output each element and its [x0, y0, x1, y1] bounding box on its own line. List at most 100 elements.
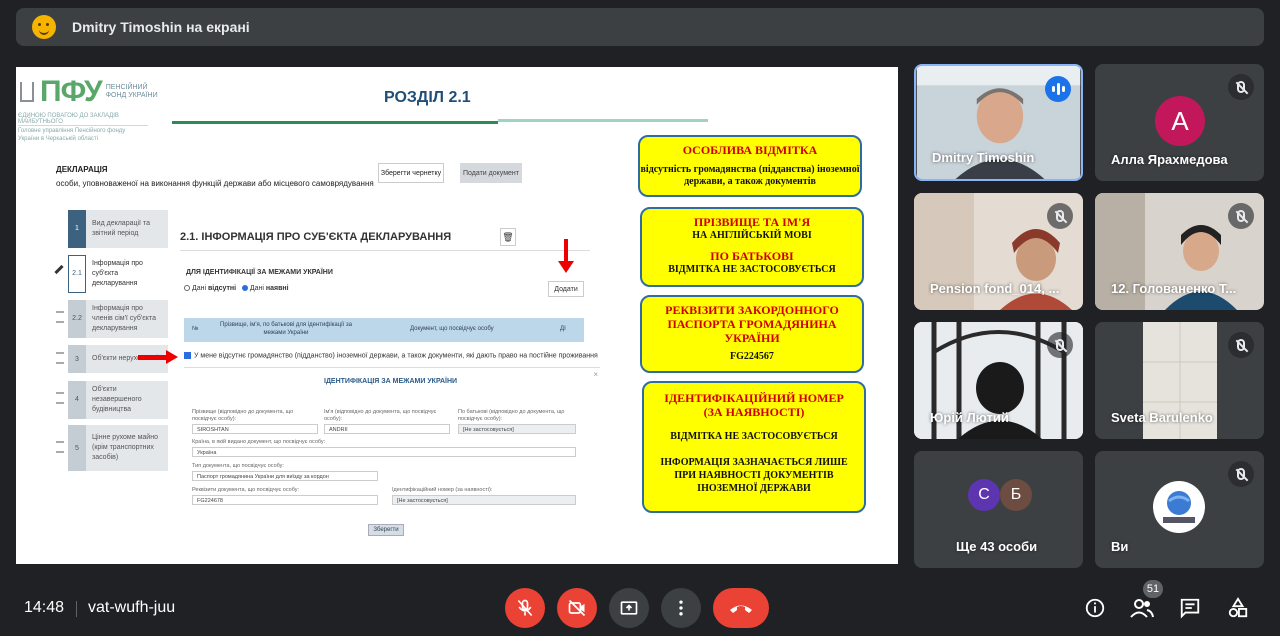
participant-tile[interactable]: Юрій Лютий [914, 322, 1083, 439]
info-icon [1085, 598, 1105, 618]
no-foreign-citizenship-checkbox: У мене відсутнє громадянство (підданство… [184, 352, 598, 359]
heading-underline-light [498, 119, 708, 122]
emoji-icon [32, 15, 56, 39]
present-screen-button[interactable] [609, 588, 649, 628]
submit-document-button: Подати документ [460, 163, 522, 183]
presenting-title: Dmitry Timoshin на екрані [72, 19, 250, 35]
camera-toggle-button[interactable] [557, 588, 597, 628]
participant-name: Ви [1111, 539, 1129, 554]
checkbox-checked-icon [184, 352, 191, 359]
step-item: 1 Вид декларації та звітний період [52, 209, 168, 248]
mic-off-icon [1228, 74, 1254, 100]
modal-title: ІДЕНТИФІКАЦІЯ ЗА МЕЖАМИ УКРАЇНИ [324, 378, 458, 385]
table-header: № Прізвище, ім'я, по батькові для іденти… [184, 318, 584, 342]
hourglass-icon [56, 392, 64, 404]
data-radios: Дані відсутні Дані наявні [184, 285, 289, 292]
more-participants-tile[interactable]: С Б Ще 43 особи [914, 451, 1083, 568]
mic-toggle-button[interactable] [505, 588, 545, 628]
hourglass-icon [56, 311, 64, 323]
name-field: ANDRII [324, 424, 450, 434]
mic-off-icon [517, 599, 533, 617]
declaration-subtitle: особи, уповноваженої на виконання функці… [56, 179, 374, 188]
avatar: Б [1000, 479, 1032, 511]
save-draft-button: Зберегти чернетку [378, 163, 444, 183]
avatar: А [1155, 96, 1205, 146]
participant-tile[interactable]: 12. Голованенко Т... [1095, 193, 1264, 310]
doctype-select: Паспорт громадянина України для виїзду з… [192, 471, 378, 481]
participant-name: 12. Голованенко Т... [1111, 281, 1237, 296]
red-arrow-right-icon [138, 350, 178, 364]
step-item-active: 2.1 Інформація про суб'єкта декларування [52, 254, 168, 293]
note-box-id-number: ІДЕНТИФІКАЦІЙНИЙ НОМЕР (ЗА НАЯВНОСТІ) ВІ… [642, 381, 866, 513]
radio-absent [184, 285, 190, 292]
more-vert-icon [679, 600, 683, 616]
avatar: С [968, 479, 1000, 511]
country-select: Україна [192, 447, 576, 457]
steps-list: 1 Вид декларації та звітний період 2.1 І… [52, 209, 168, 477]
clock: 14:48 [24, 599, 65, 616]
participant-name: Dmitry Timoshin [932, 150, 1035, 165]
declaration-title: ДЕКЛАРАЦІЯ [56, 165, 108, 174]
participant-name: Алла Ярахмедова [1111, 152, 1228, 167]
identification-heading: ДЛЯ ІДЕНТИФІКАЦІЇ ЗА МЕЖАМИ УКРАЇНИ [186, 269, 333, 276]
pencil-icon [54, 264, 64, 275]
note-box-name: ПРІЗВИЩЕ ТА ІМ'Я НА АНГЛІЙСЬКІЙ МОВІ ПО … [640, 207, 864, 287]
chat-button[interactable] [1178, 596, 1202, 620]
more-options-button[interactable] [661, 588, 701, 628]
add-button: Додати [548, 281, 584, 297]
people-button[interactable] [1130, 596, 1154, 620]
participant-tile[interactable]: А Алла Ярахмедова [1095, 64, 1264, 181]
mic-off-icon [1228, 332, 1254, 358]
camera-off-icon [568, 599, 586, 617]
slide-heading: РОЗДІЛ 2.1 [384, 89, 471, 106]
more-participants-label: Ще 43 особи [956, 539, 1038, 554]
participant-tile[interactable]: Sveta Barulenko [1095, 322, 1264, 439]
id-number-field: [Не застосовується] [392, 495, 576, 505]
participant-name: Pension fond_014, ... [930, 281, 1060, 296]
participant-name: Sveta Barulenko [1111, 410, 1213, 425]
activities-button[interactable] [1226, 596, 1250, 620]
hourglass-icon [56, 441, 64, 453]
chat-icon [1180, 598, 1200, 619]
meeting-info-button[interactable] [1083, 596, 1107, 620]
section-title: 2.1. ІНФОРМАЦІЯ ПРО СУБ'ЄКТА ДЕКЛАРУВАНН… [180, 231, 452, 243]
identification-modal: ІДЕНТИФІКАЦІЯ ЗА МЕЖАМИ УКРАЇНИ × Прізви… [184, 367, 600, 547]
close-icon: × [593, 370, 598, 379]
note-box-passport: РЕКВІЗИТИ ЗАКОРДОННОГО ПАСПОРТА ГРОМАДЯН… [640, 295, 864, 373]
red-arrow-down-icon [558, 239, 574, 273]
presenting-banner: Dmitry Timoshin на екрані [16, 8, 1264, 46]
step-item: 4 Об'єкти незавершеного будівництва [52, 380, 168, 419]
hourglass-icon [56, 352, 64, 364]
speaking-icon [1045, 76, 1071, 102]
mic-off-icon [1228, 461, 1254, 487]
note-box-special-mark: ОСОБЛИВА ВІДМІТКА відсутність громадянст… [638, 135, 862, 197]
radio-present [241, 285, 248, 292]
logo-department: Головне управління Пенсійного фонду Укра… [18, 128, 126, 142]
people-count-badge: 51 [1143, 580, 1163, 598]
mic-off-icon [1047, 332, 1073, 358]
logo-tagline: ЄДИНОЮ ПОВАГОЮ ДО ЗАКЛАДІВ МАЙБУТНЬОГО [18, 113, 148, 126]
surname-field: SIROSHTAN [192, 424, 318, 434]
step-item: 5 Цінне рухоме майно (крім транспортних … [52, 425, 168, 471]
people-icon [1130, 599, 1154, 618]
mic-off-icon [1228, 203, 1254, 229]
trident-icon [20, 82, 34, 102]
document-number-field: FG224678 [192, 495, 378, 505]
mic-off-icon [1047, 203, 1073, 229]
step-item: 2.2 Інформація про членів сім'ї суб'єкта… [52, 299, 168, 338]
self-tile[interactable]: Ви [1095, 451, 1264, 568]
shapes-icon [1228, 597, 1248, 618]
patronymic-field: [Не застосовується] [458, 424, 576, 434]
hangup-icon [730, 605, 752, 613]
shared-screen: ПФУ ПЕНСІЙНИЙ ФОНД УКРАЇНИ ЄДИНОЮ ПОВАГО… [16, 67, 898, 564]
meeting-code: vat-wufh-juu [88, 599, 176, 616]
avatar [1153, 481, 1205, 533]
present-icon [620, 601, 638, 615]
participant-tile[interactable]: Dmitry Timoshin [914, 64, 1083, 181]
participant-name: Юрій Лютий [930, 410, 1009, 425]
participant-tile[interactable]: Pension fond_014, ... [914, 193, 1083, 310]
leave-call-button[interactable] [713, 588, 769, 628]
section-divider [180, 250, 590, 251]
modal-save-button: Зберегти [368, 524, 404, 536]
pfu-logo: ПФУ ПЕНСІЙНИЙ ФОНД УКРАЇНИ [20, 75, 166, 109]
